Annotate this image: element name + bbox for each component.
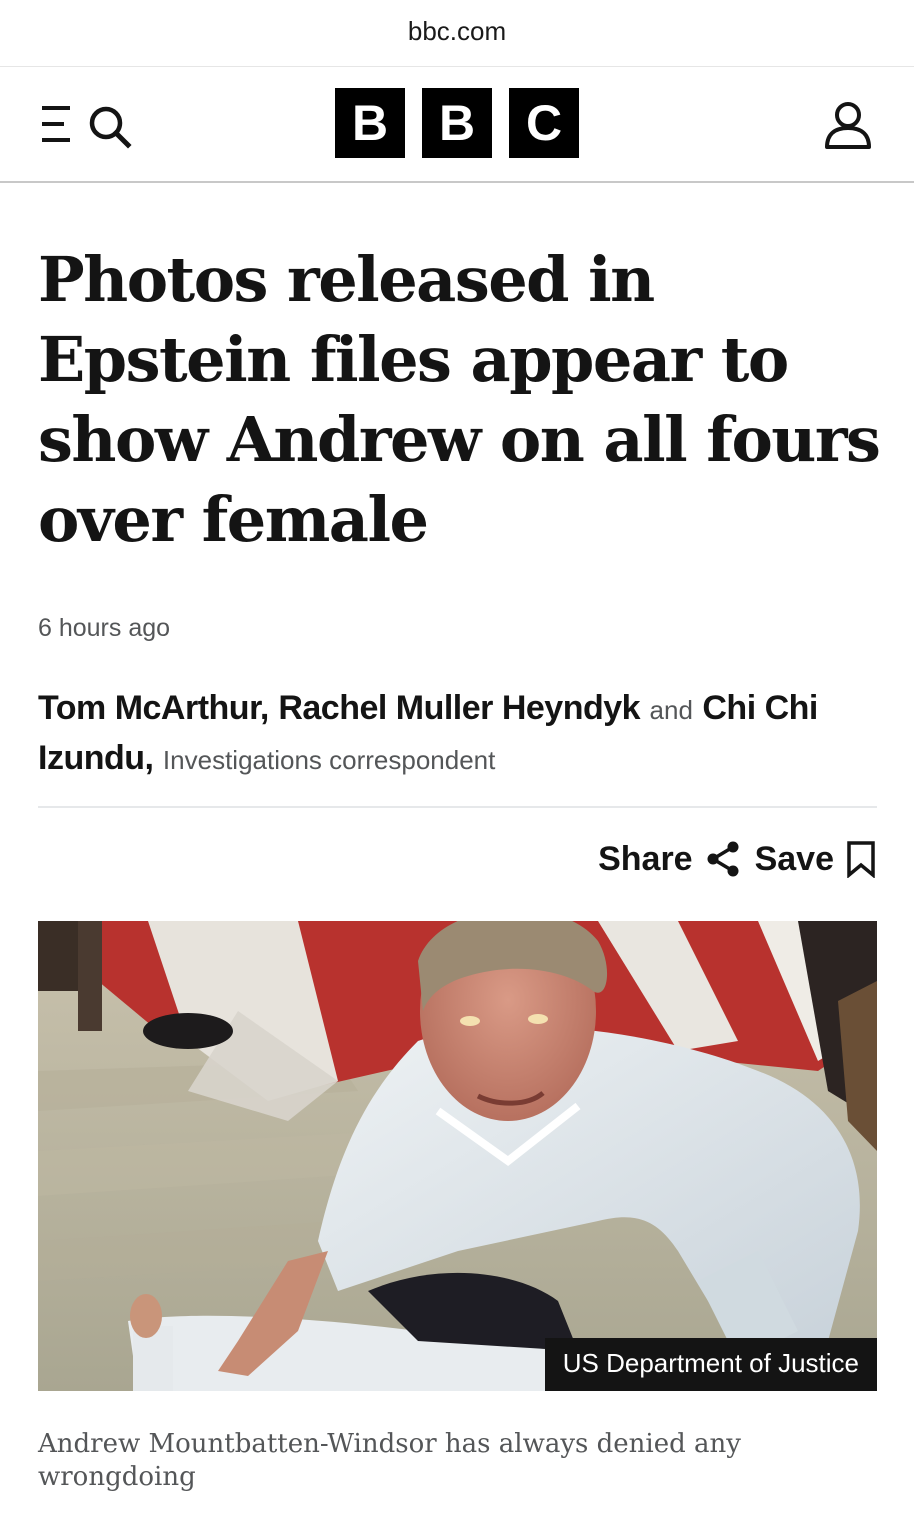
url-text[interactable]: bbc.com — [0, 16, 914, 47]
menu-search-button[interactable] — [40, 103, 136, 149]
author-name: Tom McArthur, — [38, 689, 269, 727]
image-credit: US Department of Justice — [544, 1338, 877, 1391]
logo-letter-b2: B — [422, 88, 492, 158]
save-label: Save — [754, 839, 834, 878]
account-button[interactable] — [820, 97, 876, 153]
article-actions: Share Save — [598, 836, 876, 882]
image-caption: Andrew Mountbatten-Windsor has always de… — [38, 1429, 741, 1492]
byline-conjunction: and — [649, 695, 693, 725]
account-icon — [825, 102, 871, 149]
article-byline: Tom McArthur, Rachel Muller Heyndyk and … — [38, 684, 878, 784]
logo-letter-b1: B — [335, 88, 405, 158]
author-name: Rachel Muller Heyndyk — [278, 689, 641, 727]
article-image: US Department of Justice — [38, 921, 877, 1391]
byline-divider — [38, 806, 877, 808]
article-photo — [38, 921, 877, 1391]
article-headline: Photos released in Epstein files appear … — [38, 243, 881, 556]
save-button[interactable]: Save — [755, 840, 876, 879]
share-icon — [707, 841, 739, 877]
article-timestamp: 6 hours ago — [38, 614, 171, 642]
bbc-logo[interactable]: B B C — [335, 88, 582, 158]
logo-letter-c: C — [509, 88, 579, 158]
search-icon — [89, 106, 132, 149]
site-header: B B C — [0, 67, 914, 183]
bookmark-icon — [847, 841, 875, 878]
share-label: Share — [598, 839, 693, 878]
author-role: Investigations correspondent — [162, 745, 496, 775]
share-button[interactable]: Share — [598, 840, 741, 879]
browser-address-bar[interactable]: bbc.com — [0, 0, 914, 67]
